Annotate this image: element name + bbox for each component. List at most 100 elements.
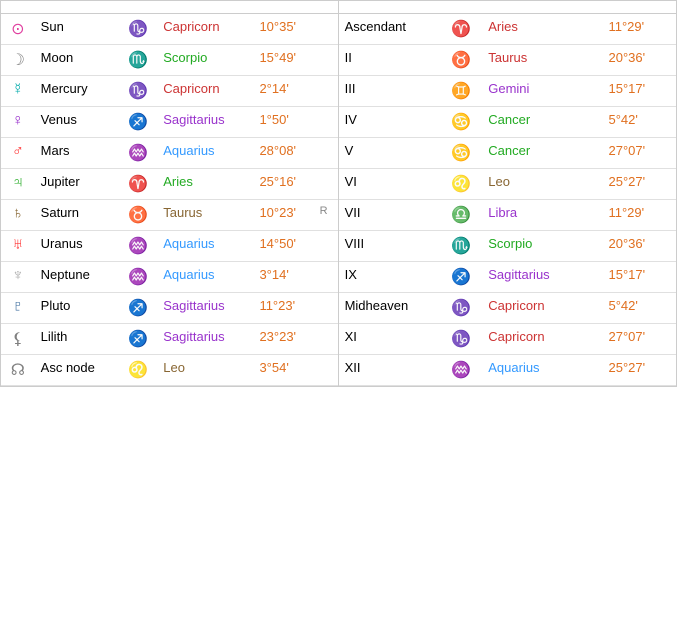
sign-name: Sagittarius bbox=[157, 293, 253, 324]
table-row: ♂ Mars ♒ Aquarius 28°08' bbox=[1, 138, 338, 169]
house-sign: Cancer bbox=[482, 107, 602, 138]
sign-name: Capricorn bbox=[157, 76, 253, 107]
table-row: V ♋ Cancer 27°07' bbox=[339, 138, 676, 169]
planet-icon: ♃ bbox=[1, 169, 35, 200]
house-sign: Cancer bbox=[482, 138, 602, 169]
degree: 15°49' bbox=[253, 45, 313, 76]
house-name: Midheaven bbox=[339, 293, 440, 324]
house-sign-icon: ♎ bbox=[440, 200, 483, 231]
retrograde bbox=[314, 45, 338, 76]
planet-name: Saturn bbox=[35, 200, 119, 231]
house-degree: 27°07' bbox=[602, 324, 676, 355]
sign-name: Leo bbox=[157, 355, 253, 386]
planet-name: Pluto bbox=[35, 293, 119, 324]
sign-icon: ♐ bbox=[119, 107, 157, 138]
house-sign-icon: ♋ bbox=[440, 138, 483, 169]
degree: 3°14' bbox=[253, 262, 313, 293]
house-sign-icon: ♒ bbox=[440, 355, 483, 386]
houses-table: Ascendant ♈ Aries 11°29' II ♉ Taurus 20°… bbox=[339, 14, 676, 386]
table-row: ⚸ Lilith ♐ Sagittarius 23°23' bbox=[1, 324, 338, 355]
house-sign-icon: ♊ bbox=[440, 76, 483, 107]
table-row: IV ♋ Cancer 5°42' bbox=[339, 107, 676, 138]
table-row: VII ♎ Libra 11°29' bbox=[339, 200, 676, 231]
table-row: XII ♒ Aquarius 25°27' bbox=[339, 355, 676, 386]
table-row: VI ♌ Leo 25°27' bbox=[339, 169, 676, 200]
house-degree: 15°17' bbox=[602, 76, 676, 107]
house-sign: Libra bbox=[482, 200, 602, 231]
retrograde bbox=[314, 355, 338, 386]
main-table: ⊙ Sun ♑ Capricorn 10°35' ☽ Moon ♏ Scorpi… bbox=[0, 0, 677, 387]
house-name: VIII bbox=[339, 231, 440, 262]
house-degree: 5°42' bbox=[602, 293, 676, 324]
planet-icon: ⊙ bbox=[1, 14, 35, 45]
degree: 23°23' bbox=[253, 324, 313, 355]
sign-icon: ♒ bbox=[119, 231, 157, 262]
house-name: III bbox=[339, 76, 440, 107]
table-row: ♆ Neptune ♒ Aquarius 3°14' bbox=[1, 262, 338, 293]
left-header bbox=[1, 1, 338, 14]
sign-name: Taurus bbox=[157, 200, 253, 231]
planet-name: Mercury bbox=[35, 76, 119, 107]
house-sign-icon: ♏ bbox=[440, 231, 483, 262]
table-row: XI ♑ Capricorn 27°07' bbox=[339, 324, 676, 355]
house-degree: 11°29' bbox=[602, 14, 676, 45]
sign-name: Aquarius bbox=[157, 262, 253, 293]
sign-icon: ♌ bbox=[119, 355, 157, 386]
house-sign-icon: ♌ bbox=[440, 169, 483, 200]
table-row: III ♊ Gemini 15°17' bbox=[339, 76, 676, 107]
table-row: ⊙ Sun ♑ Capricorn 10°35' bbox=[1, 14, 338, 45]
sign-icon: ♒ bbox=[119, 262, 157, 293]
planet-icon: ♇ bbox=[1, 293, 35, 324]
planet-name: Venus bbox=[35, 107, 119, 138]
house-name: IV bbox=[339, 107, 440, 138]
house-sign-icon: ♑ bbox=[440, 293, 483, 324]
table-row: ☊ Asc node ♌ Leo 3°54' bbox=[1, 355, 338, 386]
house-name: IX bbox=[339, 262, 440, 293]
retrograde bbox=[314, 293, 338, 324]
planet-icon: ♆ bbox=[1, 262, 35, 293]
degree: 3°54' bbox=[253, 355, 313, 386]
degree: 10°35' bbox=[253, 14, 313, 45]
house-degree: 15°17' bbox=[602, 262, 676, 293]
house-name: XII bbox=[339, 355, 440, 386]
house-sign-icon: ♋ bbox=[440, 107, 483, 138]
house-sign: Leo bbox=[482, 169, 602, 200]
degree: 1°50' bbox=[253, 107, 313, 138]
planet-icon: ☿ bbox=[1, 76, 35, 107]
retrograde bbox=[314, 324, 338, 355]
table-row: Ascendant ♈ Aries 11°29' bbox=[339, 14, 676, 45]
planet-icon: ⚸ bbox=[1, 324, 35, 355]
house-sign: Taurus bbox=[482, 45, 602, 76]
planet-name: Neptune bbox=[35, 262, 119, 293]
planets-table: ⊙ Sun ♑ Capricorn 10°35' ☽ Moon ♏ Scorpi… bbox=[1, 14, 338, 386]
right-header bbox=[339, 1, 676, 14]
table-row: Midheaven ♑ Capricorn 5°42' bbox=[339, 293, 676, 324]
sign-name: Sagittarius bbox=[157, 324, 253, 355]
retrograde bbox=[314, 107, 338, 138]
sign-icon: ♒ bbox=[119, 138, 157, 169]
table-row: ♄ Saturn ♉ Taurus 10°23' R bbox=[1, 200, 338, 231]
planet-name: Jupiter bbox=[35, 169, 119, 200]
house-degree: 5°42' bbox=[602, 107, 676, 138]
house-degree: 25°27' bbox=[602, 355, 676, 386]
retrograde bbox=[314, 231, 338, 262]
house-sign: Capricorn bbox=[482, 324, 602, 355]
house-sign: Sagittarius bbox=[482, 262, 602, 293]
planet-name: Lilith bbox=[35, 324, 119, 355]
planet-icon: ♂ bbox=[1, 138, 35, 169]
table-row: ♀ Venus ♐ Sagittarius 1°50' bbox=[1, 107, 338, 138]
house-name: VI bbox=[339, 169, 440, 200]
house-sign: Scorpio bbox=[482, 231, 602, 262]
house-sign: Capricorn bbox=[482, 293, 602, 324]
sign-icon: ♑ bbox=[119, 14, 157, 45]
table-row: IX ♐ Sagittarius 15°17' bbox=[339, 262, 676, 293]
house-sign-icon: ♈ bbox=[440, 14, 483, 45]
table-row: VIII ♏ Scorpio 20°36' bbox=[339, 231, 676, 262]
table-row: II ♉ Taurus 20°36' bbox=[339, 45, 676, 76]
planet-name: Uranus bbox=[35, 231, 119, 262]
degree: 14°50' bbox=[253, 231, 313, 262]
house-sign-icon: ♐ bbox=[440, 262, 483, 293]
sign-icon: ♈ bbox=[119, 169, 157, 200]
retrograde bbox=[314, 262, 338, 293]
house-sign: Aries bbox=[482, 14, 602, 45]
